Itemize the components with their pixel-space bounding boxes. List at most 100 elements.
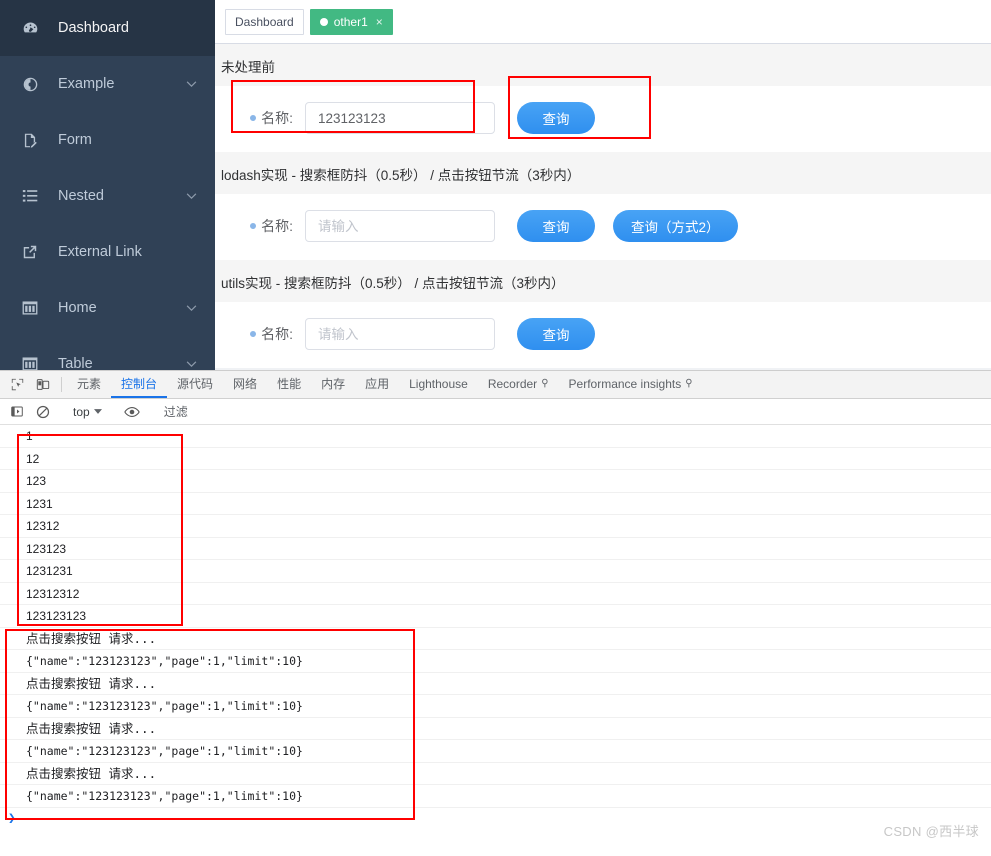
devtools-tabbar: 元素 控制台 源代码 网络 性能 内存 应用 Lighthouse Recorder ⚲ Perfo…	[0, 371, 991, 399]
chevron-down-icon	[186, 193, 197, 200]
console-filter-input[interactable]	[155, 401, 991, 422]
console-log-row: {"name":"123123123","page":1,"limit":10}	[0, 740, 991, 763]
sidebar-item-label: Table	[58, 356, 93, 370]
console-log-row: 1231231	[0, 560, 991, 583]
watermark: CSDN @西半球	[883, 824, 979, 839]
section-body: 名称: 查询	[215, 302, 991, 368]
devtools-tab-label: 源代码	[177, 377, 214, 391]
required-dot-icon	[250, 331, 257, 337]
name-input[interactable]	[305, 318, 495, 350]
sidebar-item-nested[interactable]: Nested	[0, 168, 215, 224]
chevron-down-icon	[186, 81, 197, 88]
console-log-row: 1	[0, 425, 991, 448]
required-dot-icon	[250, 115, 257, 121]
sidebar-item-home[interactable]: Home	[0, 280, 215, 336]
dashboard-icon	[20, 18, 40, 38]
page-tab-other1[interactable]: other1 ×	[309, 8, 393, 35]
console-log-row: 123	[0, 470, 991, 493]
tab-active-dot	[319, 17, 328, 26]
form-row: 名称: 查询	[215, 318, 991, 350]
devtools-tab-内存[interactable]: 内存	[311, 371, 355, 398]
name-input[interactable]	[305, 210, 495, 242]
console-log-row: 123123123	[0, 605, 991, 628]
query-button[interactable]: 查询	[517, 102, 595, 134]
inspect-element-icon[interactable]	[4, 371, 30, 398]
chevron-down-icon	[186, 361, 197, 368]
query-button[interactable]: 查询	[517, 210, 595, 242]
devtools-tab-list: 元素 控制台 源代码 网络 性能 内存 应用 Lighthouse Recorder ⚲ Perfo…	[67, 371, 703, 398]
devtools-panel: 元素 控制台 源代码 网络 性能 内存 应用 Lighthouse Recorder ⚲ Perfo…	[0, 370, 991, 856]
devtools-tab-lighthouse[interactable]: Lighthouse	[399, 371, 478, 398]
sidebar-item-dashboard[interactable]: Dashboard	[0, 0, 215, 56]
form-row: 名称: 查询查询（方式2）	[215, 210, 991, 242]
sidebar-item-label: Home	[58, 300, 97, 316]
devtools-tab-应用[interactable]: 应用	[355, 371, 399, 398]
sidebar-item-form[interactable]: Form	[0, 112, 215, 168]
devtools-tab-label: 内存	[321, 377, 346, 391]
nested-list-icon	[20, 186, 40, 206]
section-body: 名称: 查询查询（方式2）	[215, 194, 991, 260]
grid-icon	[20, 298, 40, 318]
query-button-2[interactable]: 查询（方式2）	[613, 210, 738, 242]
name-label-text: 名称:	[261, 110, 293, 126]
form-row: 名称: 查询	[215, 102, 991, 134]
devtools-tab-元素[interactable]: 元素	[67, 371, 111, 398]
sidebar-item-label: Example	[58, 76, 115, 92]
page-tab-dashboard[interactable]: Dashboard	[225, 8, 304, 35]
name-input[interactable]	[305, 102, 495, 134]
preview-feature-icon: ⚲	[685, 378, 693, 389]
required-dot-icon	[250, 223, 257, 229]
console-log-row: {"name":"123123123","page":1,"limit":10}	[0, 650, 991, 673]
console-log-row: 点击搜索按钮 请求...	[0, 718, 991, 740]
console-log-row: 1231	[0, 493, 991, 515]
devtools-tab-网络[interactable]: 网络	[223, 371, 267, 398]
live-expression-eye-icon[interactable]	[119, 406, 145, 418]
browser-page: Dashboard Example Form Nested External Link H…	[0, 0, 991, 370]
devtools-tab-label: Lighthouse	[409, 376, 468, 391]
page-tab-label: Dashboard	[235, 14, 294, 29]
console-output[interactable]: 1 12 123 1231 12312 123123 1231231 12312312 1231…	[0, 425, 991, 856]
devtools-tab-label: Recorder	[487, 376, 538, 391]
query-button[interactable]: 查询	[517, 318, 595, 350]
devtools-tab-label: 元素	[77, 377, 102, 391]
devtools-tab-label: 应用	[365, 377, 390, 391]
clear-console-icon[interactable]	[30, 405, 56, 419]
sections-container: 未处理前名称: 查询 lodash实现 - 搜索框防抖（0.5秒） / 点击按钮节流…	[215, 44, 991, 368]
page-tabbar: Dashboard other1 ×	[215, 0, 991, 44]
devtools-tab-performance-insights[interactable]: Performance insights ⚲	[559, 371, 703, 398]
content-area: Dashboard other1 × 未处理前名称: 查询 lodash实现 - 搜索框…	[215, 0, 991, 370]
console-log-row: 12	[0, 448, 991, 470]
context-selector[interactable]: top	[67, 405, 108, 419]
devtools-tab-label: 性能	[277, 377, 302, 391]
console-log-row: 12312312	[0, 583, 991, 605]
sidebar-item-table[interactable]: Table	[0, 336, 215, 370]
name-label-text: 名称:	[261, 218, 293, 234]
sidebar-item-label: Nested	[58, 188, 104, 204]
name-label-text: 名称:	[261, 326, 293, 342]
chevron-down-icon	[93, 409, 102, 414]
devtools-tab-label: 控制台	[121, 377, 158, 391]
console-prompt[interactable]: ❯	[0, 808, 991, 830]
sidebar-item-label: Dashboard	[58, 20, 129, 36]
preview-feature-icon: ⚲	[541, 378, 549, 389]
close-icon[interactable]: ×	[376, 16, 383, 28]
console-log-row: {"name":"123123123","page":1,"limit":10}	[0, 695, 991, 718]
device-toolbar-icon[interactable]	[30, 371, 56, 398]
devtools-tab-控制台[interactable]: 控制台	[111, 371, 168, 398]
section-title: utils实现 - 搜索框防抖（0.5秒） / 点击按钮节流（3秒内）	[215, 260, 991, 302]
devtools-tab-性能[interactable]: 性能	[267, 371, 311, 398]
chevron-down-icon	[186, 305, 197, 312]
console-log-list: 1 12 123 1231 12312 123123 1231231 12312312 1231…	[0, 425, 991, 808]
toolbar-divider	[61, 377, 62, 392]
sidebar-toggle-icon[interactable]	[4, 405, 30, 418]
name-field-label: 名称:	[227, 216, 293, 236]
devtools-tab-label: Performance insights	[568, 376, 682, 391]
table-icon	[20, 354, 40, 370]
name-field-label: 名称:	[227, 108, 293, 128]
sidebar-item-external-link[interactable]: External Link	[0, 224, 215, 280]
console-log-row: 点击搜索按钮 请求...	[0, 763, 991, 785]
devtools-tab-源代码[interactable]: 源代码	[167, 371, 223, 398]
devtools-tab-recorder[interactable]: Recorder ⚲	[478, 371, 559, 398]
sidebar-item-example[interactable]: Example	[0, 56, 215, 112]
external-link-icon	[20, 242, 40, 262]
